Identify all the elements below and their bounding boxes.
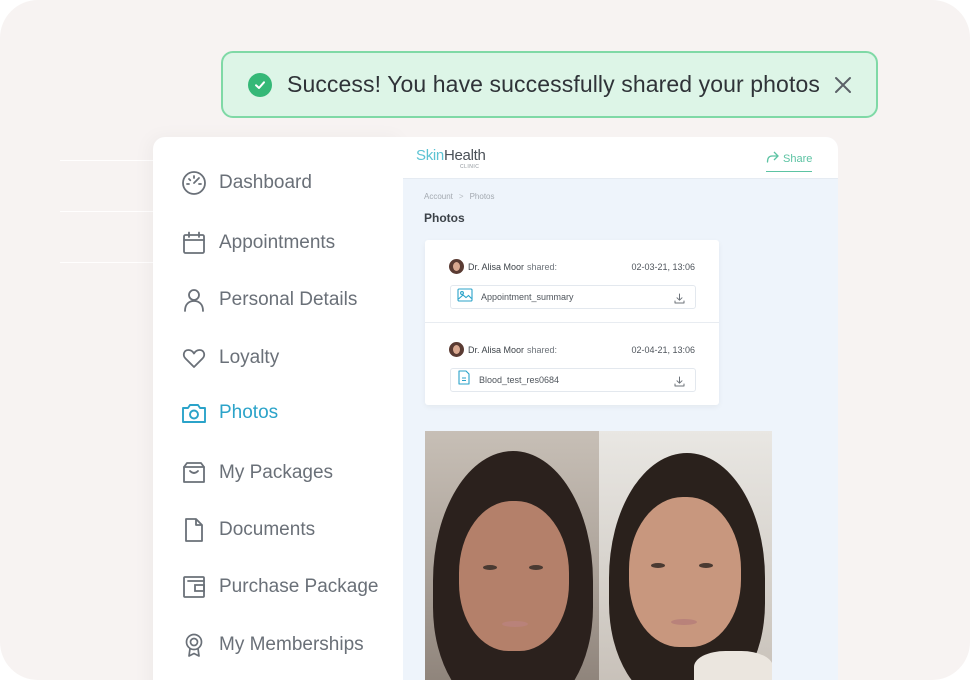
sidebar-item-label: Photos xyxy=(219,402,279,423)
app-panel: SkinHealth CLINIC Share Account > Photos… xyxy=(403,137,838,680)
sidebar-item-my-packages[interactable]: My Packages xyxy=(180,458,333,488)
wallet-icon xyxy=(180,573,208,601)
sidebar-item-label: Loyalty xyxy=(219,347,280,368)
sidebar-item-purchase-package[interactable]: Purchase Package xyxy=(180,572,379,602)
sidebar-item-personal-details[interactable]: Personal Details xyxy=(180,285,357,315)
breadcrumb: Account > Photos xyxy=(424,192,494,201)
check-circle-icon xyxy=(248,72,272,97)
shared-files-card: Dr. Alisa Moor shared: 02-03-21, 13:06 A… xyxy=(425,240,719,405)
share-action: shared: xyxy=(527,261,558,272)
page-title: Photos xyxy=(424,211,465,225)
pdf-file-icon xyxy=(457,370,471,390)
logo-skin: Skin xyxy=(416,147,444,164)
app-header: SkinHealth CLINIC Share xyxy=(403,137,838,179)
author-name: Dr. Alisa Moor xyxy=(468,344,525,355)
heart-icon xyxy=(180,344,208,372)
sidebar-item-label: Documents xyxy=(219,519,316,540)
download-icon[interactable] xyxy=(674,291,685,309)
sidebar-item-label: My Packages xyxy=(219,462,334,483)
calendar-icon xyxy=(180,229,208,257)
share-author: Dr. Alisa Moor shared: xyxy=(449,342,557,357)
share-author: Dr. Alisa Moor shared: xyxy=(449,259,557,274)
share-label: Share xyxy=(783,153,813,165)
sidebar-item-photos[interactable]: Photos xyxy=(180,398,278,428)
logo-clinic: CLINIC xyxy=(460,164,480,170)
toast-message: Success! You have successfully shared yo… xyxy=(287,71,820,97)
share-date: 02-03-21, 13:06 xyxy=(631,262,695,272)
camera-icon xyxy=(180,399,208,427)
share-date: 02-04-21, 13:06 xyxy=(631,345,695,355)
author-name: Dr. Alisa Moor xyxy=(468,261,525,272)
breadcrumb-account[interactable]: Account xyxy=(424,192,453,201)
list-item: Dr. Alisa Moor shared: 02-04-21, 13:06 B… xyxy=(425,322,719,404)
list-item: Dr. Alisa Moor shared: 02-03-21, 13:06 A… xyxy=(425,240,719,322)
share-action: shared: xyxy=(527,344,558,355)
breadcrumb-separator: > xyxy=(458,192,464,201)
speedometer-icon xyxy=(180,169,208,197)
user-icon xyxy=(180,286,208,314)
avatar xyxy=(449,259,464,274)
logo-health: Health xyxy=(443,147,486,164)
success-toast: Success! You have successfully shared yo… xyxy=(221,51,878,118)
badge-icon xyxy=(180,631,208,659)
sidebar-item-label: Personal Details xyxy=(219,289,358,310)
sidebar-item-label: Appointments xyxy=(219,232,336,253)
sidebar-item-dashboard[interactable]: Dashboard xyxy=(180,168,312,198)
sidebar-item-documents[interactable]: Documents xyxy=(180,515,315,545)
file-name: Appointment_summary xyxy=(481,292,574,302)
file-row[interactable]: Appointment_summary xyxy=(450,285,696,309)
download-icon[interactable] xyxy=(674,374,685,392)
image-file-icon xyxy=(457,287,473,307)
sidebar-item-label: Purchase Package xyxy=(219,576,379,597)
file-row[interactable]: Blood_test_res0684 xyxy=(450,368,696,392)
sidebar-item-my-memberships[interactable]: My Memberships xyxy=(180,630,364,660)
sidebar: Dashboard Appointments Personal Details … xyxy=(153,137,403,680)
clinic-logo[interactable]: SkinHealth CLINIC xyxy=(416,147,486,170)
sidebar-item-label: My Memberships xyxy=(219,634,364,655)
share-icon xyxy=(766,150,779,168)
document-icon xyxy=(180,516,208,544)
photo-before[interactable] xyxy=(425,431,599,680)
photo-comparison[interactable] xyxy=(425,431,772,680)
share-button[interactable]: Share xyxy=(766,150,813,172)
sidebar-item-label: Dashboard xyxy=(219,172,312,193)
sidebar-item-loyalty[interactable]: Loyalty xyxy=(180,343,279,373)
avatar xyxy=(449,342,464,357)
photo-after[interactable] xyxy=(598,431,772,680)
package-icon xyxy=(180,459,208,487)
sidebar-item-appointments[interactable]: Appointments xyxy=(180,228,335,258)
close-icon[interactable] xyxy=(832,74,854,96)
background-canvas: Success! You have successfully shared yo… xyxy=(0,0,970,680)
file-name: Blood_test_res0684 xyxy=(479,375,560,385)
breadcrumb-photos: Photos xyxy=(469,192,495,201)
